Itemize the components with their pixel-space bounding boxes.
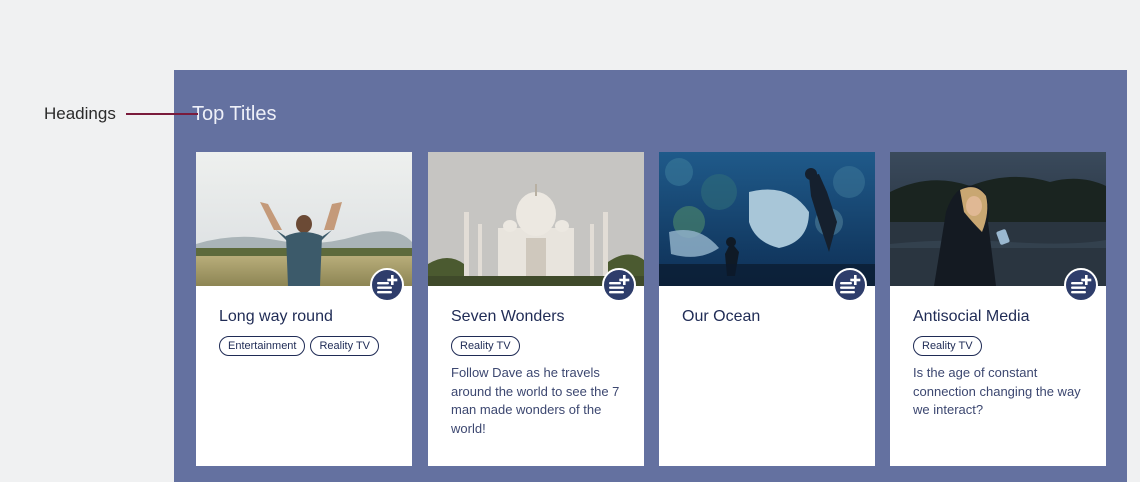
card-description: Follow Dave as he travels around the wor… — [451, 365, 620, 436]
title-card-long-way-round[interactable]: Long way round Entertainment Reality TV — [196, 152, 412, 466]
aquarium-diver-stingray-image — [659, 152, 875, 286]
tag-chip[interactable]: Reality TV — [913, 336, 982, 356]
top-titles-section: Top Titles Long way round Entertainment … — [174, 70, 1127, 482]
card-title[interactable]: Seven Wonders — [451, 308, 621, 326]
add-to-playlist-icon — [377, 275, 398, 294]
tag-list: Reality TV — [913, 336, 1083, 356]
card-thumbnail — [428, 152, 644, 286]
tag-chip[interactable]: Reality TV — [451, 336, 520, 356]
card-title[interactable]: Antisocial Media — [913, 308, 1083, 326]
tag-list: Entertainment Reality TV — [219, 336, 389, 356]
card-thumbnail — [659, 152, 875, 286]
add-to-playlist-button[interactable] — [833, 268, 867, 302]
card-title[interactable]: Our Ocean — [682, 308, 852, 326]
annotation-label: Headings — [44, 104, 116, 123]
add-to-playlist-icon — [1071, 275, 1092, 294]
tag-chip[interactable]: Reality TV — [310, 336, 380, 356]
tag-chip[interactable]: Entertainment — [219, 336, 306, 356]
add-to-playlist-icon — [840, 275, 861, 294]
card-thumbnail — [890, 152, 1106, 286]
section-heading: Top Titles — [192, 103, 277, 125]
title-card-antisocial-media[interactable]: Antisocial Media Reality TV Is the age o… — [890, 152, 1106, 466]
taj-mahal-image — [428, 152, 644, 286]
add-to-playlist-button[interactable] — [1064, 268, 1098, 302]
man-arms-raised-field-image — [196, 152, 412, 286]
annotation-pointer-line — [126, 113, 198, 115]
title-card-seven-wonders[interactable]: Seven Wonders Reality TV Follow Dave as … — [428, 152, 644, 466]
tag-list: Reality TV — [451, 336, 621, 356]
card-thumbnail — [196, 152, 412, 286]
add-to-playlist-icon — [609, 275, 630, 294]
woman-phone-night-lake-image — [890, 152, 1106, 286]
title-card-our-ocean[interactable]: Our Ocean — [659, 152, 875, 466]
add-to-playlist-button[interactable] — [370, 268, 404, 302]
add-to-playlist-button[interactable] — [602, 268, 636, 302]
card-description: Is the age of constant connection changi… — [913, 365, 1081, 417]
card-title[interactable]: Long way round — [219, 308, 389, 326]
